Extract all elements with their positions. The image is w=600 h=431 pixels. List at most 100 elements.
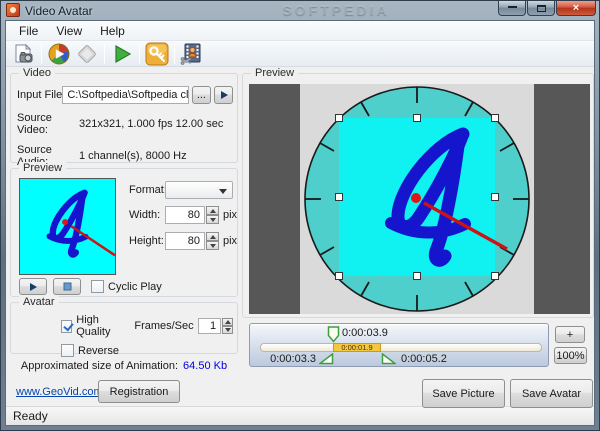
stop-button[interactable] [73,42,101,66]
menu-help[interactable]: Help [91,22,134,40]
softpedia-watermark: SOFTPEDIA [282,2,390,18]
client-area: Video Input File C:\Softpedia\Softpedia … [6,67,594,408]
preview-stop-button[interactable] [53,278,81,295]
selection-handle-se[interactable] [491,272,499,280]
arrow-up-icon [209,234,216,239]
avatar-group: Avatar High Quality Frames/Sec 1 Reverse [10,296,238,357]
close-button[interactable]: × [556,1,596,16]
format-dropdown[interactable] [165,181,233,199]
maximize-button[interactable] [527,1,555,16]
zoom-level-button[interactable]: 100% [554,347,587,364]
selection-handle-s[interactable] [413,272,421,280]
frames-down[interactable] [222,326,233,334]
avatar-frames-icon [180,43,201,65]
selection-handle-w[interactable] [335,193,343,201]
selection-handle-ne[interactable] [491,114,499,122]
reverse-checkbox[interactable] [61,344,74,357]
input-file-label: Input File [17,89,63,101]
status-text: Ready [13,409,48,423]
status-bar: Ready [6,406,594,425]
frames-stepper[interactable] [222,318,233,334]
key-icon [145,42,169,65]
title-bar: Video Avatar SOFTPEDIA × [1,1,599,20]
preview-group-title: Preview [19,162,67,174]
chevron-down-icon [219,189,227,194]
stop-icon [63,282,71,291]
timeline-end-marker[interactable] [381,353,396,365]
minimize-icon [507,5,517,8]
reverse-label: Reverse [78,344,119,357]
arrow-up-icon [224,320,231,324]
toolbar-separator [174,43,175,64]
input-file-field[interactable]: C:\Softpedia\Softpedia clock.avi [62,86,189,104]
width-up[interactable] [206,206,219,215]
width-field[interactable]: 80 [165,206,205,224]
browse-button[interactable]: ... [191,86,212,104]
preview-group-right: Preview [242,67,594,318]
cyclic-play-label: Cyclic Play [108,280,162,293]
source-video-value: 321x321, 1.000 fps 12.00 sec [79,118,224,130]
video-preview-canvas[interactable] [249,84,590,314]
timeline-track[interactable] [260,343,542,352]
arrow-down-icon [224,328,231,332]
timeline-position-label: 0:00:03.9 [342,327,388,339]
height-up[interactable] [206,232,219,241]
animation-size-label: Approximated size of Animation: [20,360,179,372]
arrow-up-icon [209,208,216,213]
source-audio-value: 1 channel(s), 8000 Hz [79,150,187,162]
menu-bar: File View Help [6,21,594,41]
height-down[interactable] [206,241,219,250]
make-avatar-button[interactable] [178,42,206,66]
pillarbox-left [249,84,300,314]
selection-handle-n[interactable] [413,114,421,122]
registration-button[interactable]: Registration [98,380,180,403]
width-down[interactable] [206,215,219,224]
frames-per-sec-label: Frames/Sec [134,320,194,332]
timeline-end-label: 0:00:05.2 [401,353,447,365]
menu-view[interactable]: View [47,22,91,40]
frames-up[interactable] [222,318,233,326]
toolbar-separator [41,43,42,64]
open-video-button[interactable] [10,42,38,66]
media-player-icon [48,43,70,64]
timeline-start-marker[interactable] [319,353,334,365]
toolbar-separator [139,43,140,64]
clock-center-thumb [62,219,68,226]
width-stepper[interactable] [206,206,219,224]
toolbar-separator [104,43,105,64]
play-icon [115,44,132,63]
minimize-button[interactable] [498,1,526,16]
toolbar [6,41,594,67]
zoom-in-button[interactable]: + [555,326,585,343]
timeline-position-marker[interactable] [327,326,340,343]
arrow-down-icon [209,243,216,248]
timeline-panel: 0:00:01.9 0:00:03.9 0:00:03.3 0:00:05.2 [249,323,549,367]
save-avatar-button[interactable]: Save Avatar [510,379,593,408]
timeline-selection-segment[interactable]: 0:00:01.9 [333,343,381,352]
stop-diamond-icon [78,44,96,63]
high-quality-checkbox[interactable] [61,319,73,333]
preview-group-title-right: Preview [251,67,299,79]
preview-thumbnail [19,178,116,275]
cyclic-play-checkbox[interactable] [91,280,104,293]
height-label: Height: [129,235,164,247]
frames-per-sec-field[interactable]: 1 [197,318,222,334]
selection-handle-nw[interactable] [335,114,343,122]
play-source-button[interactable] [45,42,73,66]
close-icon: × [572,1,580,14]
menu-file[interactable]: File [10,22,47,40]
open-play-button[interactable] [214,86,234,104]
preview-play-button-toolbar[interactable] [108,42,136,66]
timeline-start-label: 0:00:03.3 [270,353,316,365]
high-quality-label: High Quality [76,314,111,338]
selection-handle-sw[interactable] [335,272,343,280]
geovid-link[interactable]: www.GeoVid.com [16,386,103,398]
save-picture-button[interactable]: Save Picture [422,379,505,408]
window-title: Video Avatar [25,4,93,18]
selection-handle-e[interactable] [491,193,499,201]
preview-play-button[interactable] [19,278,47,295]
registration-key-button[interactable] [143,42,171,66]
width-label: Width: [129,209,161,221]
height-stepper[interactable] [206,232,219,250]
height-field[interactable]: 80 [165,232,205,250]
